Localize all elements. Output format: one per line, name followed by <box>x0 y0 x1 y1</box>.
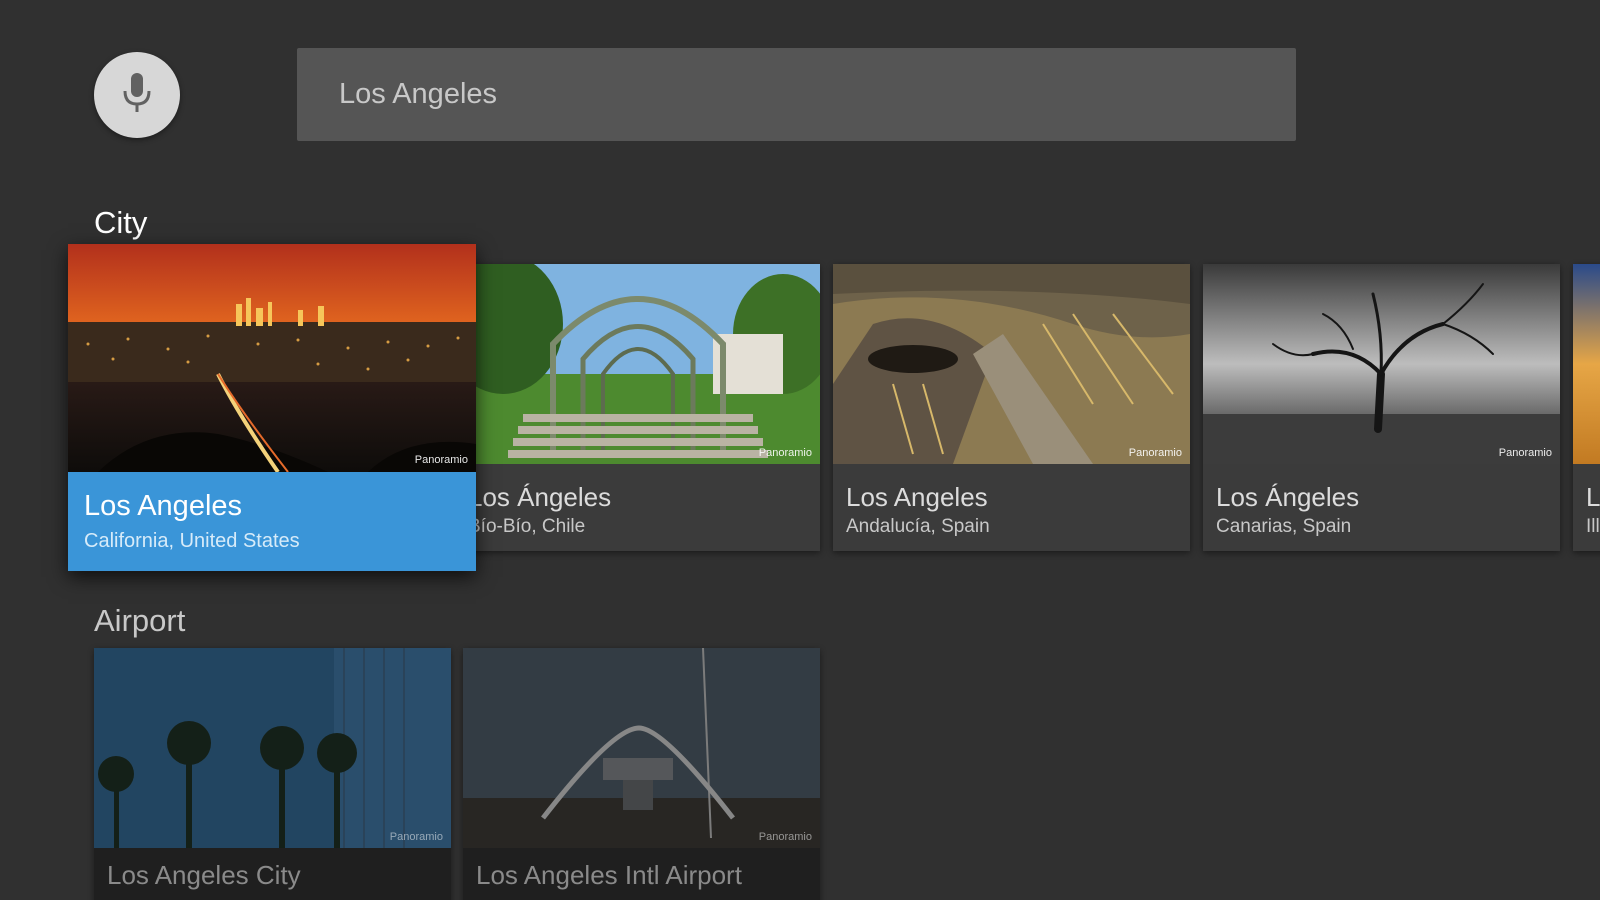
card-info: Los Ángeles Canarias, Spain <box>1203 464 1560 551</box>
city-card-partial[interactable]: L Ill <box>1573 264 1600 551</box>
city-card-los-angeles-chile[interactable]: Panoramio Los Ángeles Bío-Bío, Chile <box>463 264 820 551</box>
airport-card-los-angeles-city[interactable]: Panoramio Los Angeles City <box>94 648 451 900</box>
card-info: L Ill <box>1573 464 1600 551</box>
city-card-los-angeles-california[interactable]: Panoramio Los Angeles California, United… <box>68 244 476 571</box>
card-subtitle: California, United States <box>84 530 300 552</box>
voice-search-button[interactable] <box>94 52 180 138</box>
card-image-city-night <box>68 244 476 472</box>
card-image-bare-tree <box>1203 264 1560 464</box>
card-info: Los Angeles City <box>94 848 451 900</box>
panoramio-watermark: Panoramio <box>414 454 468 466</box>
card-title: L <box>1586 482 1600 512</box>
row-title-city: City <box>94 205 148 240</box>
card-image-ruins <box>833 264 1190 464</box>
microphone-icon <box>120 71 154 120</box>
card-image-palm-trees <box>94 648 451 848</box>
card-title: Los Angeles City <box>107 860 301 890</box>
airport-card-los-angeles-intl[interactable]: Panoramio Los Angeles Intl Airport <box>463 648 820 900</box>
panoramio-watermark: Panoramio <box>758 831 812 843</box>
card-subtitle: Andalucía, Spain <box>846 516 990 537</box>
card-title: Los Angeles <box>846 482 988 512</box>
card-subtitle: Ill <box>1586 516 1600 537</box>
search-input[interactable] <box>337 77 1241 112</box>
card-info: Los Ángeles Bío-Bío, Chile <box>463 464 820 551</box>
panoramio-watermark: Panoramio <box>389 831 443 843</box>
row-title-airport: Airport <box>94 603 186 638</box>
card-subtitle: Bío-Bío, Chile <box>468 516 586 537</box>
card-title: Los Angeles Intl Airport <box>476 860 742 890</box>
panoramio-watermark: Panoramio <box>1128 447 1182 459</box>
card-title: Los Ángeles <box>468 482 612 512</box>
search-bar[interactable] <box>297 48 1296 141</box>
unfocused-overlay <box>94 648 451 848</box>
card-info: Los Angeles California, United States <box>68 472 476 571</box>
unfocused-overlay <box>463 648 820 848</box>
search-screen: City <box>0 0 1600 900</box>
card-title: Los Angeles <box>84 490 243 522</box>
card-title: Los Ángeles <box>1216 482 1360 512</box>
city-card-los-angeles-canarias[interactable]: Panoramio Los Ángeles Canarias, Spain <box>1203 264 1560 551</box>
panoramio-watermark: Panoramio <box>1498 447 1552 459</box>
panoramio-watermark: Panoramio <box>758 447 812 459</box>
card-image-theme-building <box>463 648 820 848</box>
card-subtitle: Canarias, Spain <box>1216 516 1352 537</box>
card-info: Los Angeles Intl Airport <box>463 848 820 900</box>
city-card-los-angeles-andalucia[interactable]: Panoramio Los Angeles Andalucía, Spain <box>833 264 1190 551</box>
card-image-garden-arch <box>463 264 820 464</box>
card-image-sunset <box>1573 264 1600 464</box>
card-info: Los Angeles Andalucía, Spain <box>833 464 1190 551</box>
